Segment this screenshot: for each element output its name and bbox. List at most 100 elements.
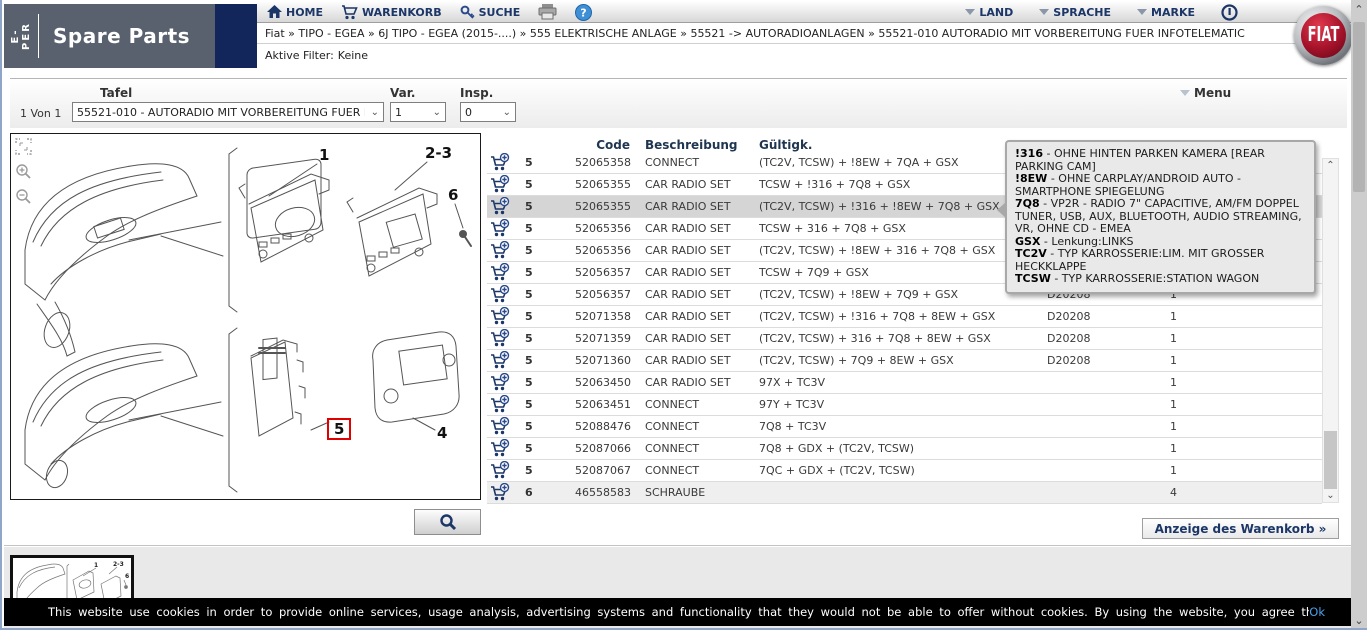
help-button[interactable]: ? bbox=[575, 4, 592, 21]
part-qty: 1 bbox=[1170, 310, 1177, 323]
add-to-cart-icon[interactable] bbox=[490, 241, 510, 260]
print-button[interactable] bbox=[538, 4, 557, 20]
diagram-label-1: 1 bbox=[319, 146, 329, 164]
tooltip-pointer bbox=[997, 202, 1006, 218]
table-row[interactable]: 552071359CAR RADIO SET(TC2V, TCSW) + 316… bbox=[487, 328, 1322, 350]
part-validity: (TC2V, TCSW) + !316 + 7Q8 + 8EW + GSX bbox=[759, 310, 995, 323]
menu-button[interactable]: Menu bbox=[1180, 86, 1231, 100]
tafel-label: Tafel bbox=[100, 86, 132, 100]
add-to-cart-icon[interactable] bbox=[490, 351, 510, 370]
brand-divider bbox=[38, 14, 39, 58]
table-row[interactable]: 552087067CONNECT7QC + GDX + (TC2V, TCSW)… bbox=[487, 460, 1322, 482]
part-qty: 1 bbox=[1170, 398, 1177, 411]
part-qty: 1 bbox=[1170, 464, 1177, 477]
add-to-cart-icon[interactable] bbox=[490, 329, 510, 348]
cookie-banner: This website use cookies in order to pro… bbox=[4, 598, 1353, 626]
add-to-cart-icon[interactable] bbox=[490, 373, 510, 392]
diagram-label-6: 6 bbox=[448, 186, 458, 204]
show-cart-button[interactable]: Anzeige des Warenkorb » bbox=[1142, 518, 1339, 539]
part-description: CAR RADIO SET bbox=[645, 200, 731, 213]
chevron-down-icon bbox=[965, 9, 975, 15]
thumb-label-1: 1 bbox=[94, 562, 98, 569]
part-code: 52063450 bbox=[575, 376, 630, 389]
add-to-cart-icon[interactable] bbox=[490, 197, 510, 216]
table-row[interactable]: 552063451CONNECT97Y + TC3V1 bbox=[487, 394, 1322, 416]
chevron-down-icon bbox=[1039, 9, 1049, 15]
part-code: 52065355 bbox=[575, 178, 630, 191]
validity-tooltip: !316 - OHNE HINTEN PARKEN KAMERA [REAR P… bbox=[1005, 140, 1316, 294]
ref-number: 5 bbox=[525, 354, 533, 367]
suche-button[interactable]: SUCHE bbox=[460, 5, 521, 20]
ref-number: 6 bbox=[525, 486, 533, 499]
logout-button[interactable] bbox=[1221, 4, 1238, 21]
add-to-cart-icon[interactable] bbox=[490, 483, 510, 502]
part-validity: TCSW + !316 + 7Q8 + GSX bbox=[759, 178, 910, 191]
table-row[interactable]: 552087066CONNECT7Q8 + GDX + (TC2V, TCSW)… bbox=[487, 438, 1322, 460]
home-button[interactable]: HOME bbox=[267, 5, 323, 19]
sprache-menu[interactable]: SPRACHE bbox=[1039, 6, 1111, 19]
add-to-cart-icon[interactable] bbox=[490, 175, 510, 194]
home-icon bbox=[267, 5, 282, 19]
add-to-cart-icon[interactable] bbox=[490, 439, 510, 458]
help-icon: ? bbox=[575, 4, 592, 21]
scrollbar-thumb[interactable] bbox=[1324, 431, 1337, 489]
table-scrollbar[interactable]: ⌃ ⌄ bbox=[1322, 158, 1339, 503]
brand-navy-block bbox=[215, 4, 257, 68]
chevron-down-icon: ⌄ bbox=[433, 107, 441, 118]
active-filter-value: Keine bbox=[338, 49, 368, 62]
page-scrollbar[interactable]: ⌃ ⌄ bbox=[1351, 0, 1367, 630]
cookie-ok-link[interactable]: Ok bbox=[1309, 605, 1325, 619]
add-to-cart-icon[interactable] bbox=[490, 395, 510, 414]
insp-select[interactable]: 0⌄ bbox=[460, 102, 516, 122]
marke-menu[interactable]: MARKE bbox=[1137, 6, 1195, 19]
part-description: CAR RADIO SET bbox=[645, 354, 731, 367]
tafel-select[interactable]: 55521-010 - AUTORADIO MIT VORBEREITUNG F… bbox=[72, 102, 384, 122]
add-to-cart-icon[interactable] bbox=[490, 219, 510, 238]
zoom-in-icon[interactable] bbox=[15, 163, 32, 180]
add-to-cart-icon[interactable] bbox=[490, 461, 510, 480]
scroll-up-icon[interactable]: ⌃ bbox=[1351, 3, 1367, 16]
warenkorb-button[interactable]: WARENKORB bbox=[341, 5, 442, 20]
scroll-down-icon[interactable]: ⌄ bbox=[1351, 614, 1367, 627]
scroll-down-icon[interactable]: ⌄ bbox=[1323, 490, 1338, 501]
add-to-cart-icon[interactable] bbox=[490, 263, 510, 282]
fit-view-icon[interactable] bbox=[15, 138, 32, 155]
table-row[interactable]: 646558583SCHRAUBE4 bbox=[487, 482, 1322, 504]
table-row[interactable]: 552088476CONNECT7Q8 + TC3V1 bbox=[487, 416, 1322, 438]
brand-block: E-PER Spare Parts bbox=[4, 4, 257, 68]
part-code: 52071360 bbox=[575, 354, 630, 367]
land-menu[interactable]: LAND bbox=[965, 6, 1013, 19]
part-dcode: D20208 bbox=[1047, 332, 1090, 345]
eper-logo: E-PER bbox=[10, 19, 32, 53]
diagram-label-4: 4 bbox=[437, 424, 447, 442]
page-indicator: 1 Von 1 bbox=[20, 107, 61, 120]
part-qty: 1 bbox=[1170, 420, 1177, 433]
divider bbox=[4, 545, 1353, 546]
parts-diagram-panel[interactable]: 1 2-3 6 5 4 bbox=[10, 133, 481, 500]
add-to-cart-icon[interactable] bbox=[490, 417, 510, 436]
tooltip-entry: 7Q8 - VP2R - RADIO 7" CAPACITIVE, AM/FM … bbox=[1015, 198, 1306, 236]
part-qty: 4 bbox=[1170, 486, 1177, 499]
breadcrumb[interactable]: Fiat » TIPO - EGEA » 6J TIPO - EGEA (201… bbox=[257, 23, 1353, 44]
scrollbar-thumb[interactable] bbox=[1353, 22, 1365, 192]
tooltip-entry: TC2V - TYP KARROSSERIE:LIM. MIT GROSSER … bbox=[1015, 248, 1306, 273]
table-row[interactable]: 552063450CAR RADIO SET97X + TC3V1 bbox=[487, 372, 1322, 394]
part-code: 52065356 bbox=[575, 222, 630, 235]
scroll-up-icon[interactable]: ⌃ bbox=[1323, 160, 1338, 171]
chevron-down-icon bbox=[1180, 90, 1190, 96]
zoom-out-icon[interactable] bbox=[15, 188, 32, 205]
part-qty: 1 bbox=[1170, 332, 1177, 345]
part-qty: 1 bbox=[1170, 376, 1177, 389]
part-dcode: D20208 bbox=[1047, 354, 1090, 367]
part-qty: 1 bbox=[1170, 442, 1177, 455]
add-to-cart-icon[interactable] bbox=[490, 153, 510, 172]
diagram-search-button[interactable] bbox=[414, 509, 481, 535]
table-row[interactable]: 552071358CAR RADIO SET(TC2V, TCSW) + !31… bbox=[487, 306, 1322, 328]
add-to-cart-icon[interactable] bbox=[490, 307, 510, 326]
table-row[interactable]: 552071360CAR RADIO SET(TC2V, TCSW) + 7Q9… bbox=[487, 350, 1322, 372]
part-code: 52087066 bbox=[575, 442, 630, 455]
var-select[interactable]: 1⌄ bbox=[390, 102, 446, 122]
add-to-cart-icon[interactable] bbox=[490, 285, 510, 304]
part-validity: (TC2V, TCSW) + !8EW + 7QA + GSX bbox=[759, 156, 959, 169]
part-code: 52065355 bbox=[575, 200, 630, 213]
